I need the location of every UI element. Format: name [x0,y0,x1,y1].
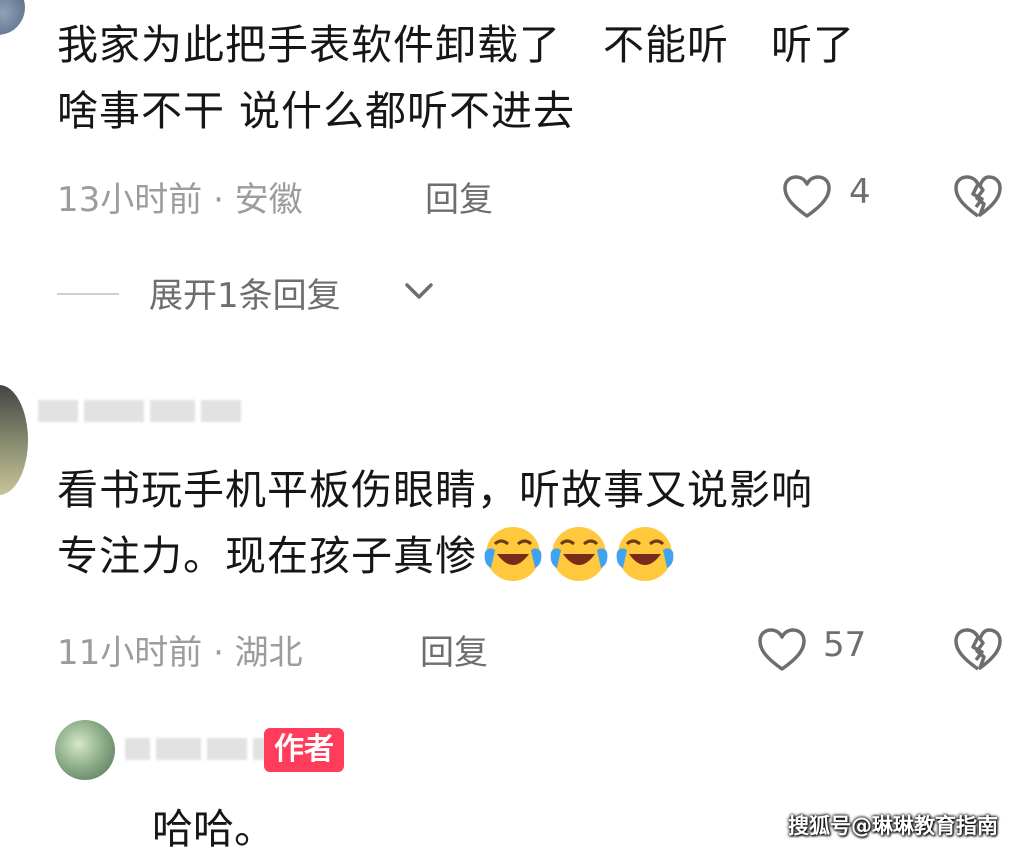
blurred-username [125,738,273,760]
commenter-avatar[interactable] [0,0,25,35]
divider-line [57,293,119,295]
comment-line: 专注力。现在孩子真惨 [57,532,477,580]
comment-line-with-emoji: 专注力。现在孩子真惨 [57,523,813,589]
broken-heart-icon[interactable] [953,174,1003,220]
chevron-down-icon[interactable] [402,276,436,306]
comment-text: 我家为此把手表软件卸载了 不能听 听了 啥事不干 说什么都听不进去 [57,12,855,144]
broken-heart-icon[interactable] [953,627,1003,673]
heart-outline-icon[interactable] [757,627,807,673]
reply-button[interactable]: 回复 [425,172,493,221]
author-badge: 作者 [264,728,344,772]
comment-line: 啥事不干 说什么都听不进去 [57,87,576,135]
heart-outline-icon[interactable] [782,174,832,220]
expand-replies-label[interactable]: 展开1条回复 [149,268,341,317]
laughing-crying-emoji [484,527,542,581]
comment-line: 看书玩手机平板伤眼睛，听故事又说影响 [57,466,813,514]
blurred-username [38,400,241,422]
comment-line: 我家为此把手表软件卸载了 不能听 听了 [57,21,855,69]
laughing-crying-emoji [550,527,608,581]
author-avatar[interactable] [55,720,115,780]
laughing-crying-emoji [616,527,674,581]
commenter-avatar[interactable] [0,385,28,495]
comment-meta-row: 13小时前 · 安徽 回复 4 [57,172,1020,222]
comments-screen: 我家为此把手表软件卸载了 不能听 听了 啥事不干 说什么都听不进去 13小时前 … [0,0,1020,852]
like-count: 57 [823,625,867,665]
reply-button[interactable]: 回复 [420,625,488,674]
comment-time-location: 13小时前 · 安徽 [57,180,303,220]
comment-text: 看书玩手机平板伤眼睛，听故事又说影响 专注力。现在孩子真惨 [57,457,813,589]
author-reply-text: 哈哈。 [152,805,275,852]
comment-time-location: 11小时前 · 湖北 [57,633,303,673]
comment-meta-row: 11小时前 · 湖北 回复 57 [57,625,1020,675]
watermark: 搜狐号@琳琳教育指南 [788,814,998,838]
like-count: 4 [849,172,871,212]
